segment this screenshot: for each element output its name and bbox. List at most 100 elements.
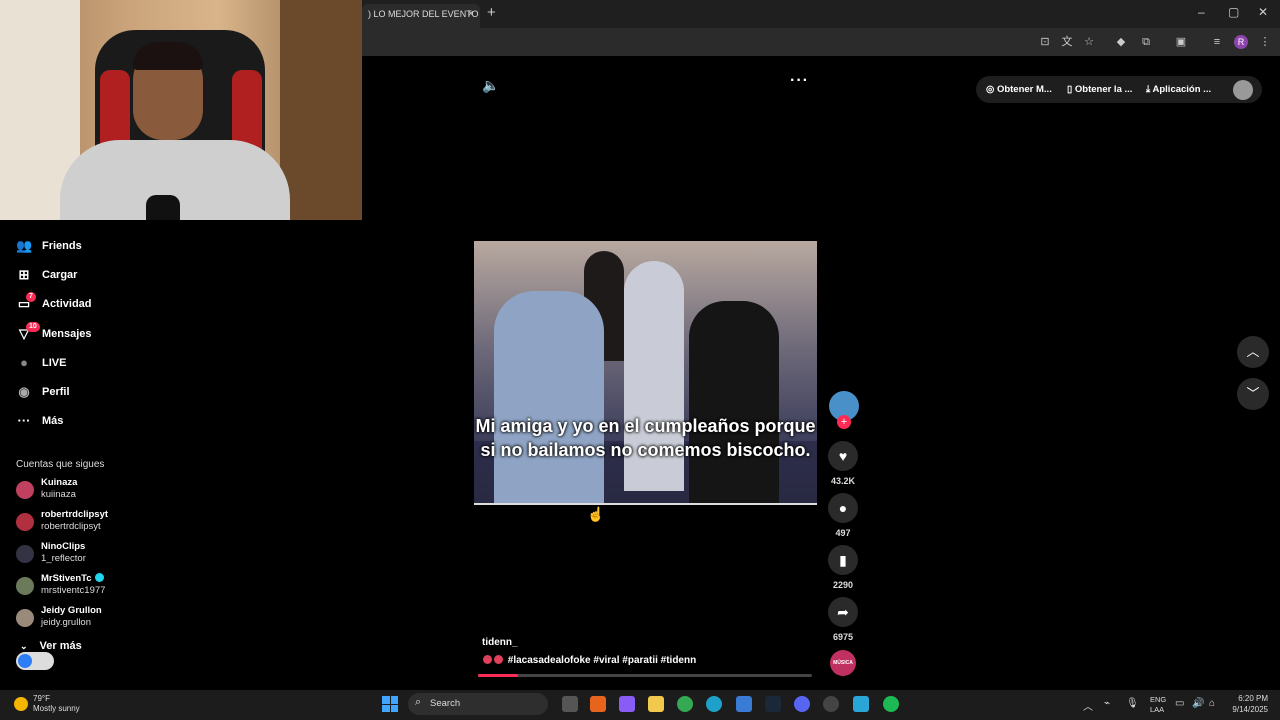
next-video-button[interactable]: ﹀: [1237, 378, 1269, 410]
share-icon[interactable]: ➦: [828, 597, 858, 627]
music-disc-icon[interactable]: MÚSICA: [830, 650, 856, 676]
following-section-title: Cuentas que sigues: [16, 459, 105, 470]
microphone-icon[interactable]: 🎙: [1126, 698, 1139, 709]
sidebar-item-label: Cargar: [42, 269, 78, 281]
comment-icon[interactable]: ●: [828, 493, 858, 523]
friends-icon: 👥: [16, 238, 33, 253]
sidebar-item-more[interactable]: ··· Más: [16, 411, 64, 431]
store-icon[interactable]: [736, 696, 752, 712]
follow-plus-icon[interactable]: +: [837, 415, 851, 429]
more-options-icon[interactable]: ···: [790, 72, 809, 90]
clock-date[interactable]: 9/14/2025: [1218, 705, 1268, 714]
sidebar-item-label: Actividad: [42, 298, 92, 310]
account-handle: 1_reflector: [41, 553, 86, 564]
volume-icon[interactable]: 🔈: [482, 77, 499, 94]
avatar: [16, 577, 34, 595]
browser-profile-avatar[interactable]: R: [1234, 35, 1248, 49]
profile-icon: ◉: [18, 384, 30, 399]
tray-chevron-up-icon[interactable]: ︿: [1083, 698, 1093, 713]
account-name: robertrdclipsyt: [41, 509, 109, 520]
windows-start-icon[interactable]: [382, 696, 398, 712]
language-indicator[interactable]: ENG: [1150, 695, 1166, 704]
chevron-down-icon: ⌄: [20, 640, 28, 651]
discord-icon[interactable]: [794, 696, 810, 712]
video-author[interactable]: tidenn_: [482, 637, 518, 648]
download-app-button[interactable]: ⤓ Aplicación ...: [1146, 84, 1211, 95]
like-count: 43.2K: [830, 476, 856, 486]
sidebar-item-activity[interactable]: ▭ 7 Actividad: [16, 292, 92, 314]
see-more-label: Ver más: [39, 640, 82, 652]
new-tab-button[interactable]: +: [487, 4, 496, 21]
browser-menu-icon[interactable]: ⋮: [1258, 35, 1272, 49]
tray-network-icon[interactable]: ⌁: [1104, 698, 1110, 709]
app-icon[interactable]: [853, 696, 869, 712]
steam-icon[interactable]: [765, 696, 781, 712]
app-icon[interactable]: [823, 696, 839, 712]
weather-sun-icon[interactable]: [14, 697, 28, 711]
sidebar-item-friends[interactable]: 👥 Friends: [16, 236, 82, 256]
close-window-button[interactable]: ✕: [1258, 5, 1268, 19]
sidebar-item-live[interactable]: ● LIVE: [16, 353, 66, 373]
keyboard-layout-indicator[interactable]: LAA: [1150, 705, 1164, 714]
account-handle: robertrdclipsyt: [41, 521, 101, 532]
top-actions-bar: ◎ Obtener M... ▯ Obtener la ... ⤓ Aplica…: [976, 76, 1262, 103]
volume-tray-icon[interactable]: 🔊: [1192, 698, 1204, 709]
comment-count: 497: [835, 528, 851, 538]
split-screen-icon[interactable]: ▣: [1174, 35, 1188, 49]
task-view-icon[interactable]: [562, 696, 578, 712]
install-app-icon[interactable]: ⊡: [1038, 35, 1052, 49]
file-explorer-icon[interactable]: [648, 696, 664, 712]
activity-icon: ▭ 7: [16, 292, 36, 312]
messages-badge: 10: [26, 322, 40, 332]
like-heart-icon[interactable]: ♥: [828, 441, 858, 471]
display-icon[interactable]: ▭: [1175, 698, 1184, 709]
previous-video-button[interactable]: ︿: [1237, 336, 1269, 368]
sidebar-item-label: Perfil: [42, 386, 70, 398]
extensions-icon[interactable]: ⧉: [1139, 35, 1153, 49]
sidebar: 👥 Friends ⊞ Cargar ▭ 7 Actividad ▽ 10 Mens…: [0, 220, 150, 690]
account-handle: mrstiventc1977: [41, 585, 106, 596]
browser-tab[interactable]: ) LO MEJOR DEL EVENTO C ×: [362, 4, 480, 28]
mouse-cursor-icon: ☝: [587, 506, 605, 522]
extension-copilot-icon[interactable]: ◆: [1114, 35, 1128, 49]
maximize-button[interactable]: ▢: [1228, 5, 1239, 19]
get-app-button[interactable]: ▯ Obtener la ...: [1067, 84, 1132, 95]
taskbar-search[interactable]: ⌕ Search: [408, 693, 548, 715]
spotify-icon[interactable]: [883, 696, 899, 712]
sidebar-item-label: Friends: [42, 240, 82, 252]
app-icon[interactable]: [590, 696, 606, 712]
reading-list-icon[interactable]: ≡: [1210, 35, 1224, 49]
translate-icon[interactable]: 文: [1060, 35, 1074, 49]
edge-icon[interactable]: [706, 696, 722, 712]
sidebar-item-profile[interactable]: ◉ Perfil: [16, 382, 70, 402]
seek-bar-fill: [478, 674, 519, 677]
get-coins-button[interactable]: ◎ Obtener M...: [986, 84, 1052, 95]
see-more-button[interactable]: ⌄ Ver más: [16, 640, 82, 652]
video-player[interactable]: [474, 241, 817, 505]
account-handle: kuiinaza: [41, 489, 76, 500]
sidebar-item-label: Mensajes: [42, 328, 92, 340]
emoji-icon: [494, 655, 503, 664]
account-name: NinoClips: [41, 541, 86, 552]
emoji-icon: [483, 655, 492, 664]
avatar: [16, 545, 34, 563]
sidebar-item-label: Más: [42, 415, 64, 427]
minimize-button[interactable]: –: [1198, 5, 1205, 19]
user-avatar[interactable]: [1233, 80, 1253, 100]
more-icon: ···: [17, 413, 31, 428]
video-hashtags[interactable]: #lacasadealofoke #viral #paratii #tidenn: [483, 655, 696, 666]
bookmark-icon[interactable]: ▮: [828, 545, 858, 575]
sidebar-item-messages[interactable]: ▽ 10 Mensajes: [16, 322, 92, 344]
tab-close-icon[interactable]: ×: [468, 4, 474, 24]
account-handle: jeidy.grullon: [41, 617, 91, 628]
theme-toggle[interactable]: [16, 652, 54, 670]
video-seek-bar[interactable]: [478, 674, 812, 677]
sidebar-item-upload[interactable]: ⊞ Cargar: [16, 265, 78, 285]
clock-time[interactable]: 6:20 PM: [1228, 694, 1268, 703]
copilot-icon[interactable]: [619, 696, 635, 712]
weather-temperature: 79°F: [33, 694, 50, 703]
chrome-icon[interactable]: [677, 696, 693, 712]
notifications-icon[interactable]: ⌂: [1209, 698, 1215, 709]
bookmark-star-icon[interactable]: ☆: [1082, 35, 1096, 49]
tab-title: ) LO MEJOR DEL EVENTO C: [368, 9, 480, 19]
